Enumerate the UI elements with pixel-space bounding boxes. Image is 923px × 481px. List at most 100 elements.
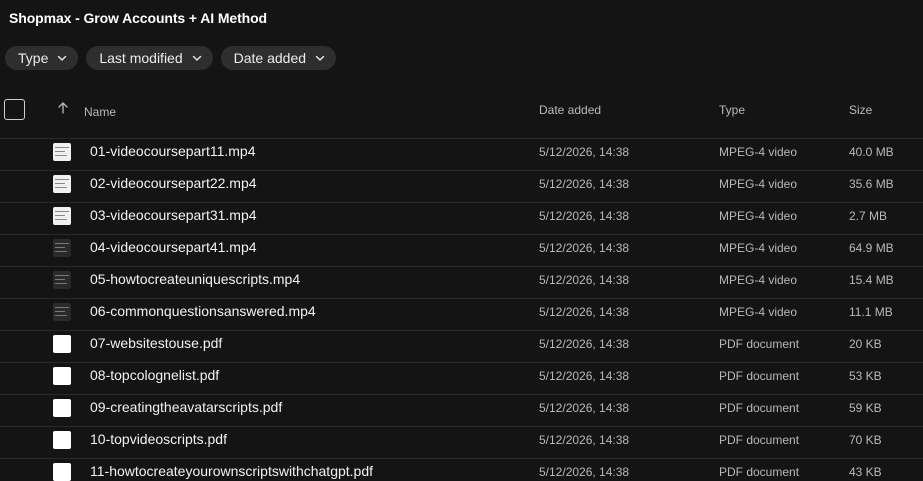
file-type: PDF document xyxy=(719,465,800,479)
filter-bar: Type Last modified Date added xyxy=(5,46,337,70)
file-thumbnail-icon xyxy=(53,239,71,257)
thumbnail-line xyxy=(55,275,69,276)
file-thumbnail-icon xyxy=(53,143,71,161)
thumbnail-line xyxy=(55,279,65,280)
thumbnail-line xyxy=(55,307,69,308)
filter-date-added-chip[interactable]: Date added xyxy=(220,46,337,70)
file-size: 59 KB xyxy=(849,401,882,415)
filter-last-modified-chip[interactable]: Last modified xyxy=(86,46,213,70)
filter-date-added-label: Date added xyxy=(233,50,307,66)
file-thumbnail-icon xyxy=(53,303,71,321)
thumbnail-line xyxy=(55,315,67,316)
file-type: PDF document xyxy=(719,337,800,351)
file-type: MPEG-4 video xyxy=(719,145,798,159)
file-name[interactable]: 03-videocoursepart31.mp4 xyxy=(90,207,257,223)
thumbnail-line xyxy=(55,179,69,180)
file-name[interactable]: 10-topvideoscripts.pdf xyxy=(90,431,227,447)
thumbnail-line xyxy=(55,311,65,312)
file-type: PDF document xyxy=(719,401,800,415)
thumbnail-line xyxy=(55,283,67,284)
file-thumbnail-icon xyxy=(53,335,71,353)
filter-type-chip[interactable]: Type xyxy=(5,46,79,70)
file-size: 53 KB xyxy=(849,369,882,383)
file-thumbnail-icon xyxy=(53,207,71,225)
file-list: 01-videocoursepart11.mp4 5/12/2026, 14:3… xyxy=(0,138,923,481)
thumbnail-line xyxy=(55,187,67,188)
arrow-up-icon[interactable] xyxy=(57,101,69,115)
file-date-added: 5/12/2026, 14:38 xyxy=(539,177,630,191)
file-row[interactable]: 09-creatingtheavatarscripts.pdf 5/12/202… xyxy=(0,394,923,426)
column-header: Name Date added Type Size xyxy=(0,96,923,126)
file-date-added: 5/12/2026, 14:38 xyxy=(539,209,630,223)
thumbnail-line xyxy=(55,247,65,248)
file-date-added: 5/12/2026, 14:38 xyxy=(539,305,630,319)
file-row[interactable]: 03-videocoursepart31.mp4 5/12/2026, 14:3… xyxy=(0,202,923,234)
file-row[interactable]: 02-videocoursepart22.mp4 5/12/2026, 14:3… xyxy=(0,170,923,202)
select-all-checkbox[interactable] xyxy=(4,99,25,120)
file-size: 2.7 MB xyxy=(849,209,888,223)
column-type[interactable]: Type xyxy=(719,103,745,117)
file-date-added: 5/12/2026, 14:38 xyxy=(539,337,630,351)
file-thumbnail-icon xyxy=(53,271,71,289)
filter-last-modified-label: Last modified xyxy=(99,50,183,66)
file-type: MPEG-4 video xyxy=(719,241,798,255)
file-date-added: 5/12/2026, 14:38 xyxy=(539,273,630,287)
file-row[interactable]: 07-websitestouse.pdf 5/12/2026, 14:38 PD… xyxy=(0,330,923,362)
thumbnail-line xyxy=(55,211,69,212)
file-row[interactable]: 05-howtocreateuniquescripts.mp4 5/12/202… xyxy=(0,266,923,298)
file-date-added: 5/12/2026, 14:38 xyxy=(539,401,630,415)
file-row[interactable]: 10-topvideoscripts.pdf 5/12/2026, 14:38 … xyxy=(0,426,923,458)
file-name[interactable]: 09-creatingtheavatarscripts.pdf xyxy=(90,399,282,415)
thumbnail-line xyxy=(55,183,65,184)
file-type: PDF document xyxy=(719,433,800,447)
file-thumbnail-icon xyxy=(53,367,71,385)
thumbnail-line xyxy=(55,147,69,148)
file-row[interactable]: 11-howtocreateyourownscriptswithchatgpt.… xyxy=(0,458,923,481)
file-date-added: 5/12/2026, 14:38 xyxy=(539,145,630,159)
file-type: MPEG-4 video xyxy=(719,305,798,319)
file-size: 20 KB xyxy=(849,337,882,351)
file-thumbnail-icon xyxy=(53,431,71,449)
column-date-added[interactable]: Date added xyxy=(539,103,601,117)
file-row[interactable]: 04-videocoursepart41.mp4 5/12/2026, 14:3… xyxy=(0,234,923,266)
file-size: 43 KB xyxy=(849,465,882,479)
file-row[interactable]: 01-videocoursepart11.mp4 5/12/2026, 14:3… xyxy=(0,138,923,170)
chevron-down-icon xyxy=(192,55,201,61)
thumbnail-line xyxy=(55,151,65,152)
file-size: 11.1 MB xyxy=(849,305,893,319)
file-name[interactable]: 06-commonquestionsanswered.mp4 xyxy=(90,303,316,319)
file-date-added: 5/12/2026, 14:38 xyxy=(539,241,630,255)
page-title: Shopmax - Grow Accounts + AI Method xyxy=(9,10,267,26)
file-name[interactable]: 05-howtocreateuniquescripts.mp4 xyxy=(90,271,300,287)
file-size: 35.6 MB xyxy=(849,177,894,191)
file-name[interactable]: 04-videocoursepart41.mp4 xyxy=(90,239,257,255)
file-size: 15.4 MB xyxy=(849,273,894,287)
file-date-added: 5/12/2026, 14:38 xyxy=(539,369,630,383)
file-type: MPEG-4 video xyxy=(719,177,798,191)
file-name[interactable]: 01-videocoursepart11.mp4 xyxy=(90,143,256,159)
file-date-added: 5/12/2026, 14:38 xyxy=(539,433,630,447)
file-type: PDF document xyxy=(719,369,800,383)
file-size: 70 KB xyxy=(849,433,882,447)
column-name[interactable]: Name xyxy=(84,105,116,119)
filter-type-label: Type xyxy=(18,50,49,66)
file-size: 40.0 MB xyxy=(849,145,894,159)
thumbnail-line xyxy=(55,243,69,244)
file-type: MPEG-4 video xyxy=(719,209,798,223)
file-row[interactable]: 06-commonquestionsanswered.mp4 5/12/2026… xyxy=(0,298,923,330)
file-thumbnail-icon xyxy=(53,463,71,481)
thumbnail-line xyxy=(55,219,67,220)
file-name[interactable]: 07-websitestouse.pdf xyxy=(90,335,222,351)
file-name[interactable]: 02-videocoursepart22.mp4 xyxy=(90,175,257,191)
chevron-down-icon xyxy=(315,55,325,61)
chevron-down-icon xyxy=(58,55,67,61)
thumbnail-line xyxy=(55,215,65,216)
column-size[interactable]: Size xyxy=(849,103,872,117)
file-date-added: 5/12/2026, 14:38 xyxy=(539,465,630,479)
file-thumbnail-icon xyxy=(53,399,71,417)
file-row[interactable]: 08-topcolognelist.pdf 5/12/2026, 14:38 P… xyxy=(0,362,923,394)
file-name[interactable]: 11-howtocreateyourownscriptswithchatgpt.… xyxy=(90,463,373,479)
thumbnail-line xyxy=(55,155,67,156)
file-name[interactable]: 08-topcolognelist.pdf xyxy=(90,367,219,383)
file-browser: Shopmax - Grow Accounts + AI Method Type… xyxy=(0,0,923,481)
